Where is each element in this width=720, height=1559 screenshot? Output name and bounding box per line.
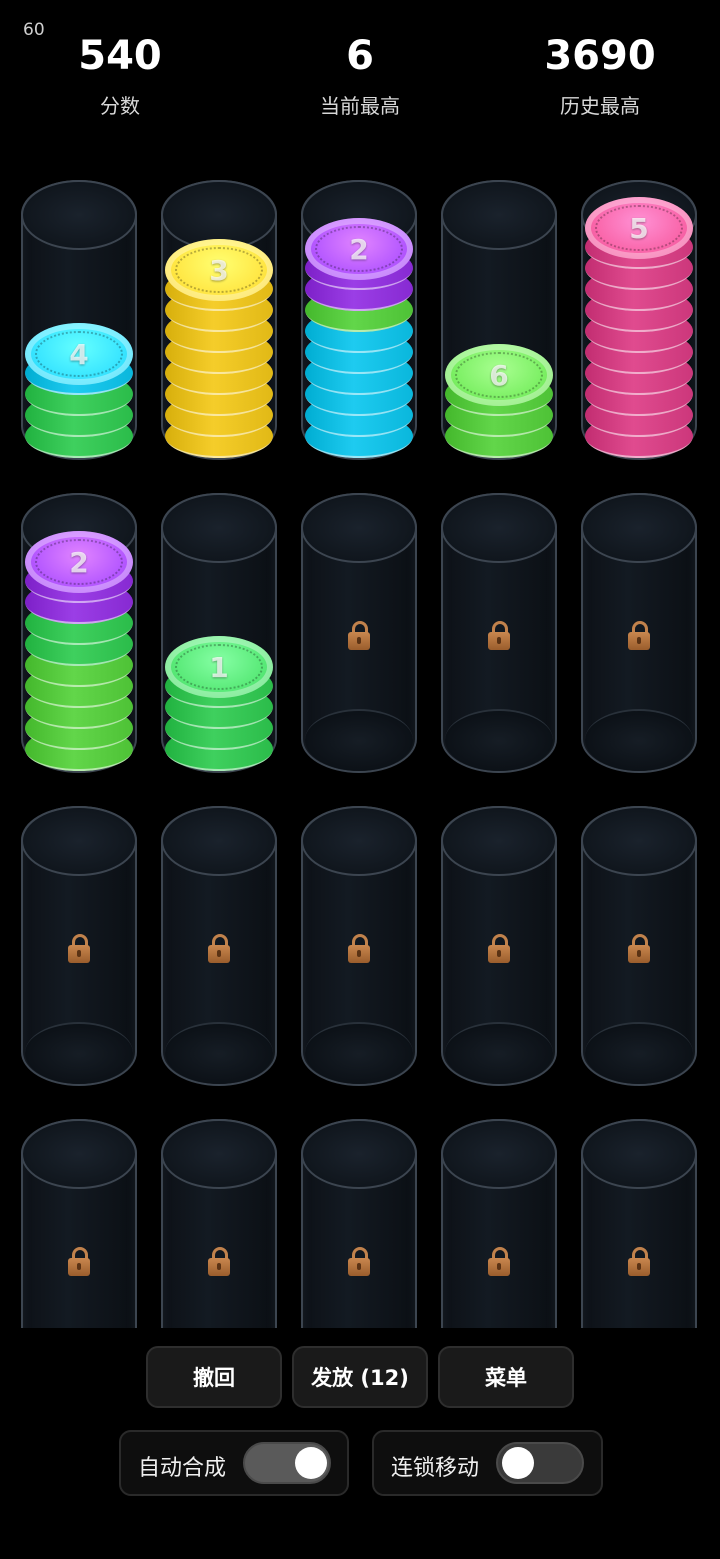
- tube-rim: [581, 1119, 697, 1189]
- tube-20[interactable]: [581, 1119, 697, 1328]
- lock-icon: [208, 934, 230, 964]
- tube-rim: [441, 1119, 557, 1189]
- tube-11[interactable]: [21, 806, 137, 1086]
- chain-move-toggle-group: 连锁移动: [372, 1430, 603, 1496]
- tube-rim: [581, 806, 697, 876]
- tube-1[interactable]: 4: [21, 180, 137, 460]
- deal-button[interactable]: 发放 (12): [292, 1346, 428, 1408]
- tube-3[interactable]: 2: [301, 180, 417, 460]
- lock-icon: [348, 621, 370, 651]
- coin-number: 2: [349, 232, 369, 266]
- coin-number: 4: [69, 337, 89, 371]
- tube-rim: [581, 493, 697, 563]
- tube-19[interactable]: [441, 1119, 557, 1328]
- tube-rim: [161, 1119, 277, 1189]
- lock-icon: [488, 934, 510, 964]
- tube-4[interactable]: 6: [441, 180, 557, 460]
- menu-button[interactable]: 菜单: [438, 1346, 574, 1408]
- lock-icon: [208, 1247, 230, 1277]
- top-coin[interactable]: 2: [305, 218, 413, 280]
- coin-number: 2: [69, 545, 89, 579]
- lock-icon: [348, 934, 370, 964]
- tube-6[interactable]: 2: [21, 493, 137, 773]
- tube-14[interactable]: [441, 806, 557, 1086]
- tube-rim: [301, 1119, 417, 1189]
- auto-merge-switch[interactable]: [243, 1442, 331, 1484]
- tube-12[interactable]: [161, 806, 277, 1086]
- tube-7[interactable]: 1: [161, 493, 277, 773]
- tube-rim: [301, 806, 417, 876]
- lock-icon: [628, 1247, 650, 1277]
- tube-rim: [21, 806, 137, 876]
- tube-9[interactable]: [441, 493, 557, 773]
- top-coin[interactable]: 4: [25, 323, 133, 385]
- tube-base: [445, 709, 553, 771]
- lock-icon: [68, 1247, 90, 1277]
- tube-10[interactable]: [581, 493, 697, 773]
- tube-16[interactable]: [21, 1119, 137, 1328]
- coin-number: 3: [209, 253, 229, 287]
- tube-15[interactable]: [581, 806, 697, 1086]
- auto-merge-label: 自动合成: [138, 1456, 227, 1481]
- tube-board: 4 3 2 6 5 2 1: [0, 0, 720, 1328]
- lock-icon: [68, 934, 90, 964]
- auto-merge-toggle-group: 自动合成: [119, 1430, 349, 1496]
- tube-rim: [161, 493, 277, 563]
- undo-button[interactable]: 撤回: [146, 1346, 282, 1408]
- coin-number: 5: [629, 211, 649, 245]
- top-coin[interactable]: 2: [25, 531, 133, 593]
- tube-base: [305, 709, 413, 771]
- lock-icon: [628, 934, 650, 964]
- lock-icon: [628, 621, 650, 651]
- tube-base: [25, 1022, 133, 1084]
- tube-rim: [441, 806, 557, 876]
- tube-18[interactable]: [301, 1119, 417, 1328]
- tube-17[interactable]: [161, 1119, 277, 1328]
- tube-rim: [301, 493, 417, 563]
- top-coin[interactable]: 1: [165, 636, 273, 698]
- auto-merge-switch-knob: [295, 1447, 327, 1479]
- chain-move-switch[interactable]: [496, 1442, 584, 1484]
- lock-icon: [348, 1247, 370, 1277]
- lock-icon: [488, 1247, 510, 1277]
- tube-rim: [21, 180, 137, 250]
- tube-base: [445, 1022, 553, 1084]
- tube-8[interactable]: [301, 493, 417, 773]
- tube-2[interactable]: 3: [161, 180, 277, 460]
- tube-base: [165, 1022, 273, 1084]
- coin-number: 1: [209, 650, 229, 684]
- top-coin[interactable]: 3: [165, 239, 273, 301]
- tube-5[interactable]: 5: [581, 180, 697, 460]
- tube-base: [585, 1022, 693, 1084]
- tube-13[interactable]: [301, 806, 417, 1086]
- tube-rim: [441, 180, 557, 250]
- tube-rim: [161, 806, 277, 876]
- lock-icon: [488, 621, 510, 651]
- tube-rim: [441, 493, 557, 563]
- tube-base: [305, 1022, 413, 1084]
- chain-move-switch-knob: [502, 1447, 534, 1479]
- coin-number: 6: [489, 358, 509, 392]
- tube-base: [585, 709, 693, 771]
- tube-rim: [21, 1119, 137, 1189]
- chain-move-label: 连锁移动: [391, 1456, 480, 1481]
- top-coin[interactable]: 5: [585, 197, 693, 259]
- top-coin[interactable]: 6: [445, 344, 553, 406]
